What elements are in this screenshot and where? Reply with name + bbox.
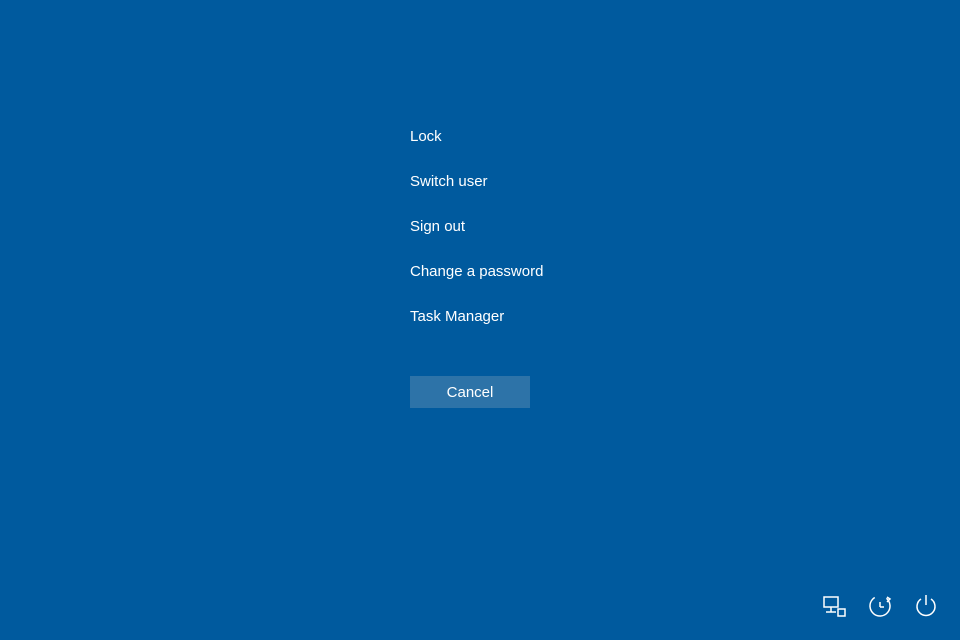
menu-item-sign-out[interactable]: Sign out [410, 218, 543, 235]
menu-item-change-password[interactable]: Change a password [410, 263, 543, 280]
menu-item-lock[interactable]: Lock [410, 128, 543, 145]
power-icon[interactable] [912, 592, 940, 620]
bottom-icon-bar [820, 592, 940, 620]
menu-item-task-manager[interactable]: Task Manager [410, 308, 543, 325]
ease-of-access-icon[interactable] [866, 592, 894, 620]
network-icon[interactable] [820, 592, 848, 620]
cancel-button[interactable]: Cancel [410, 376, 530, 408]
menu-item-switch-user[interactable]: Switch user [410, 173, 543, 190]
security-options-menu: Lock Switch user Sign out Change a passw… [410, 128, 543, 353]
